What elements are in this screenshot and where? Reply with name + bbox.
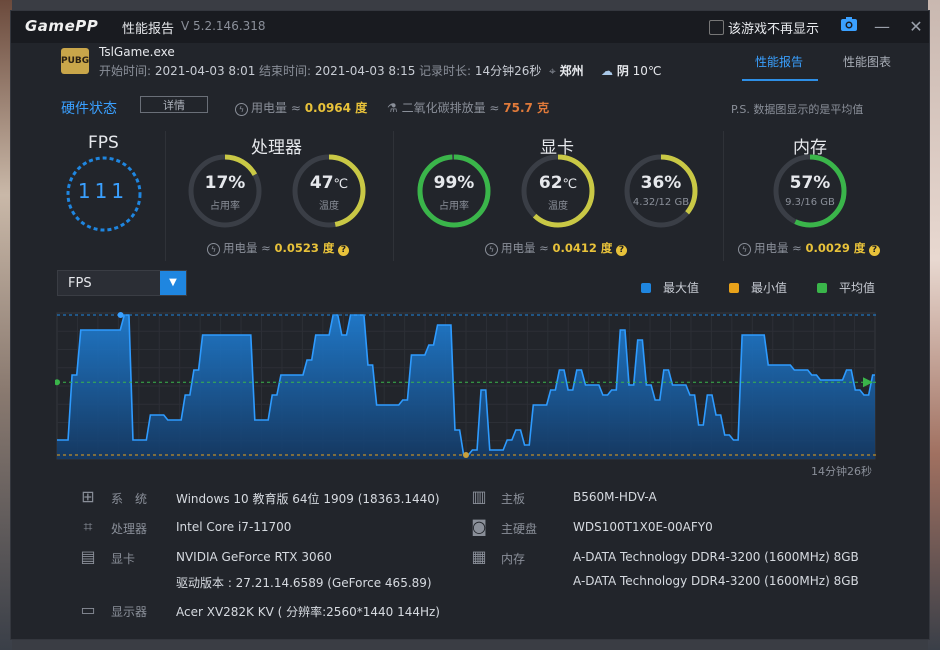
location-pin-icon: ⌖: [549, 64, 556, 78]
cloud-icon: ☁: [601, 64, 613, 78]
dont-show-label[interactable]: 该游戏不再显示: [728, 18, 819, 37]
info-value: WDS100T1X0E-00AFY0: [573, 520, 713, 534]
minimize-icon[interactable]: —: [870, 15, 894, 39]
tab-performance-chart[interactable]: 性能图表: [843, 53, 891, 70]
power-icon: ϟ: [207, 243, 220, 256]
help-icon[interactable]: ?: [338, 245, 349, 256]
gpu-usage-gauge: 99% 占用率: [416, 153, 492, 229]
info-key: 内存: [501, 552, 526, 566]
cpu-usage-value: 17%: [204, 173, 246, 193]
monitor-icon: ▭: [80, 600, 96, 619]
fps-title: FPS: [88, 133, 119, 153]
gpu-power: ϟ 用电量 ≈ 0.0412 度 ?: [485, 240, 627, 256]
legend-avg: 平均值: [817, 279, 875, 296]
cpu-icon: ⌗: [83, 517, 93, 536]
legend-max: 最大值: [641, 279, 699, 296]
info-value: 驱动版本 : 27.21.14.6589 (GeForce 465.89): [176, 576, 432, 590]
co2-emission: ⚗ 二氧化碳排放量 ≈ 75.7 克: [387, 101, 550, 115]
close-icon[interactable]: ✕: [904, 15, 928, 39]
divider: [393, 131, 394, 261]
pubg-game-icon: PUBG: [61, 48, 89, 74]
gamepp-window: GamePP 性能报告 V 5.2.146.318 该游戏不再显示 — ✕ PU…: [10, 10, 930, 640]
cpu-usage-gauge: 17% 占用率: [187, 153, 263, 229]
legend-min: 最小值: [729, 279, 787, 296]
info-value: B560M-HDV-A: [573, 490, 657, 504]
game-exe-name: TslGame.exe: [99, 45, 175, 59]
help-icon[interactable]: ?: [616, 245, 627, 256]
divider: [165, 131, 166, 261]
motherboard-icon: ▥: [471, 487, 487, 506]
end-time: 结束时间: 2021-04-03 8:15: [259, 64, 416, 78]
hardware-status-title: 硬件状态: [61, 101, 117, 117]
chart-duration: 14分钟26秒: [811, 465, 872, 478]
power-icon: ϟ: [738, 243, 751, 256]
version-label: V 5.2.146.318: [181, 19, 266, 33]
info-key: 系 统: [111, 492, 148, 506]
active-tab-indicator: [742, 79, 818, 81]
gpu-usage-value: 99%: [433, 173, 475, 193]
start-time: 开始时间: 2021-04-03 8:01: [99, 64, 256, 78]
cpu-usage-label: 占用率: [210, 201, 240, 212]
min-point: [463, 452, 469, 458]
average-note: P.S. 数据图显示的是平均值: [731, 103, 864, 116]
gpu-memory-gauge: 36% 4.32/12 GB: [623, 153, 699, 229]
cpu-temp-gauge: 47℃ 温度: [291, 153, 367, 229]
cpu-temp-label: 温度: [319, 201, 339, 212]
camera-icon[interactable]: [837, 15, 861, 39]
ram-power: ϟ 用电量 ≈ 0.0029 度 ?: [738, 240, 880, 256]
record-duration: 记录时长: 14分钟26秒: [419, 64, 542, 78]
ram-usage-gauge: 57% 9.3/16 GB: [772, 153, 848, 229]
gpu-memory-value: 36%: [640, 173, 682, 193]
chart-metric-select[interactable]: FPS ▼: [57, 270, 187, 296]
info-value: A-DATA Technology DDR4-3200 (1600MHz) 8G…: [573, 550, 859, 564]
gpu-temp-value: 62℃: [538, 173, 578, 193]
weather: ☁ 阴 10℃: [601, 64, 662, 78]
tab-performance-report[interactable]: 性能报告: [755, 53, 803, 70]
cpu-power: ϟ 用电量 ≈ 0.0523 度 ?: [207, 240, 349, 256]
info-key: 显卡: [111, 552, 136, 566]
location: ⌖ 郑州: [549, 64, 584, 78]
gpu-temp-label: 温度: [548, 201, 568, 212]
legend-swatch: [817, 283, 827, 293]
cpu-temp-value: 47℃: [309, 173, 349, 193]
legend-swatch: [641, 283, 651, 293]
info-key: 主板: [501, 492, 526, 506]
gpu-usage-label: 占用率: [439, 201, 469, 212]
info-value: Acer XV282K KV ( 分辨率:2560*1440 144Hz): [176, 605, 440, 619]
co2-icon: ⚗: [387, 101, 398, 115]
ram-usage-value: 57%: [789, 173, 831, 193]
info-value: Windows 10 教育版 64位 1909 (18363.1440): [176, 492, 440, 506]
info-value: A-DATA Technology DDR4-3200 (1600MHz) 8G…: [573, 574, 859, 588]
help-icon[interactable]: ?: [869, 245, 880, 256]
info-key: 显示器: [111, 605, 148, 619]
total-power: ϟ 用电量 ≈ 0.0964 度: [235, 99, 367, 116]
chevron-down-icon[interactable]: ▼: [160, 271, 186, 295]
dont-show-checkbox[interactable]: [709, 20, 724, 35]
app-logo: GamePP: [25, 17, 99, 35]
system-icon: ⊞: [81, 487, 95, 506]
legend-swatch: [729, 283, 739, 293]
memory-icon: ▦: [471, 547, 487, 566]
title-bar[interactable]: GamePP 性能报告 V 5.2.146.318 该游戏不再显示 — ✕: [11, 11, 929, 43]
info-value: Intel Core i7-11700: [176, 520, 292, 534]
disk-icon: ◙: [471, 517, 487, 536]
fps-value: 111: [77, 179, 129, 203]
fps-gauge: 111: [65, 155, 143, 233]
max-point: [117, 312, 124, 318]
ram-usage-label: 9.3/16 GB: [785, 197, 835, 208]
divider: [723, 131, 724, 261]
gpu-memory-label: 4.32/12 GB: [632, 197, 690, 208]
fps-chart: 124110.5596: [55, 312, 879, 460]
gpu-temp-gauge: 62℃ 温度: [520, 153, 596, 229]
power-icon: ϟ: [235, 103, 248, 116]
window-title: 性能报告: [122, 22, 175, 37]
info-value: NVIDIA GeForce RTX 3060: [176, 550, 332, 564]
gpu-icon: ▤: [80, 547, 96, 566]
chart-metric-value: FPS: [68, 276, 92, 291]
info-key: 处理器: [111, 522, 148, 536]
details-button[interactable]: 详情: [140, 96, 208, 113]
power-icon: ϟ: [485, 243, 498, 256]
info-key: 主硬盘: [501, 522, 538, 536]
